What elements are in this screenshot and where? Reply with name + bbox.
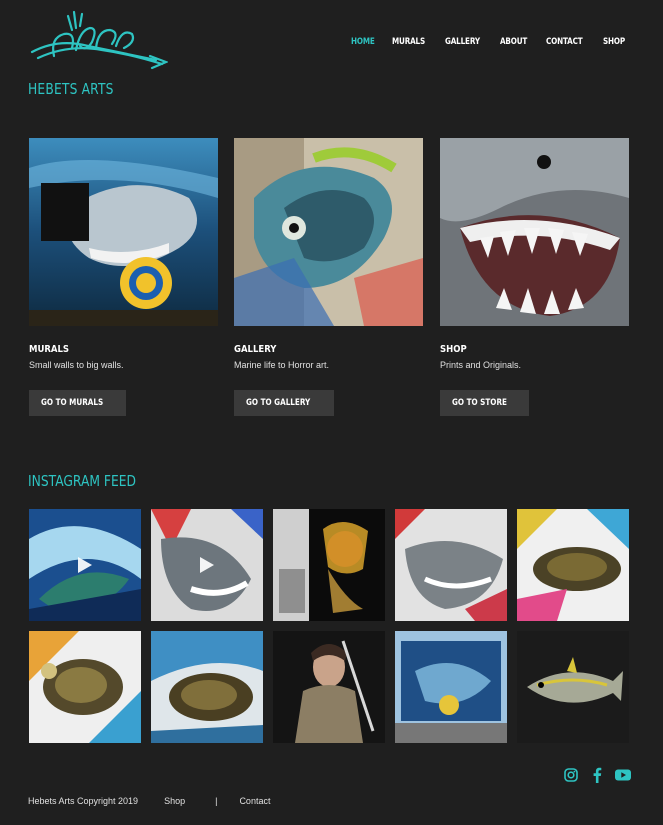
nav-home[interactable]: HOME: [351, 37, 375, 47]
footer-contact-link[interactable]: Contact: [239, 796, 270, 806]
footer-separator: |: [215, 796, 218, 806]
instagram-post[interactable]: [151, 509, 263, 621]
instagram-post[interactable]: [151, 631, 263, 743]
shop-image[interactable]: [440, 138, 629, 326]
card-description: Marine life to Horror art.: [234, 360, 330, 370]
card-murals: MURALS Small walls to big walls. GO TO M…: [29, 138, 218, 416]
card-title: SHOP: [440, 344, 467, 355]
nav-murals[interactable]: MURALS: [392, 37, 425, 47]
instagram-post[interactable]: [395, 631, 507, 743]
card-title: MURALS: [29, 344, 70, 355]
nav-gallery[interactable]: GALLERY: [445, 37, 480, 47]
instagram-post[interactable]: [29, 509, 141, 621]
main-nav: HOME MURALS GALLERY ABOUT CONTACT SHOP: [351, 37, 630, 47]
instagram-post[interactable]: [517, 509, 629, 621]
card-description: Small walls to big walls.: [29, 360, 124, 370]
facebook-icon[interactable]: [589, 767, 605, 783]
nav-about[interactable]: ABOUT: [500, 37, 527, 47]
play-icon: [200, 557, 214, 573]
instagram-grid: [29, 509, 629, 743]
footer-shop-link[interactable]: Shop: [164, 796, 185, 806]
nav-contact[interactable]: CONTACT: [546, 37, 583, 47]
card-description: Prints and Originals.: [440, 360, 522, 370]
murals-image[interactable]: [29, 138, 218, 326]
copyright-text: Hebets Arts Copyright 2019: [28, 796, 139, 806]
social-links: [563, 767, 631, 783]
go-to-murals-button[interactable]: GO TO MURALS: [29, 390, 127, 416]
instagram-post[interactable]: [395, 509, 507, 621]
instagram-feed-title: INSTAGRAM FEED: [28, 472, 137, 490]
gallery-image[interactable]: [234, 138, 423, 326]
card-title: GALLERY: [234, 344, 277, 355]
feature-cards: MURALS Small walls to big walls. GO TO M…: [29, 138, 629, 418]
instagram-post[interactable]: [273, 509, 385, 621]
card-shop: SHOP Prints and Originals. GO TO STORE: [440, 138, 629, 416]
instagram-post[interactable]: [517, 631, 629, 743]
go-to-gallery-button[interactable]: GO TO GALLERY: [234, 390, 334, 416]
instagram-post[interactable]: [273, 631, 385, 743]
nav-shop[interactable]: SHOP: [603, 37, 625, 47]
site-logo[interactable]: [28, 8, 169, 70]
instagram-post[interactable]: [29, 631, 141, 743]
card-gallery: GALLERY Marine life to Horror art. GO TO…: [234, 138, 423, 416]
instagram-icon[interactable]: [563, 767, 579, 783]
site-title: HEBETS ARTS: [28, 80, 114, 98]
go-to-store-button[interactable]: GO TO STORE: [440, 390, 529, 416]
footer: Hebets Arts Copyright 2019 Shop | Contac…: [28, 796, 270, 806]
play-icon: [78, 557, 92, 573]
youtube-icon[interactable]: [615, 767, 631, 783]
